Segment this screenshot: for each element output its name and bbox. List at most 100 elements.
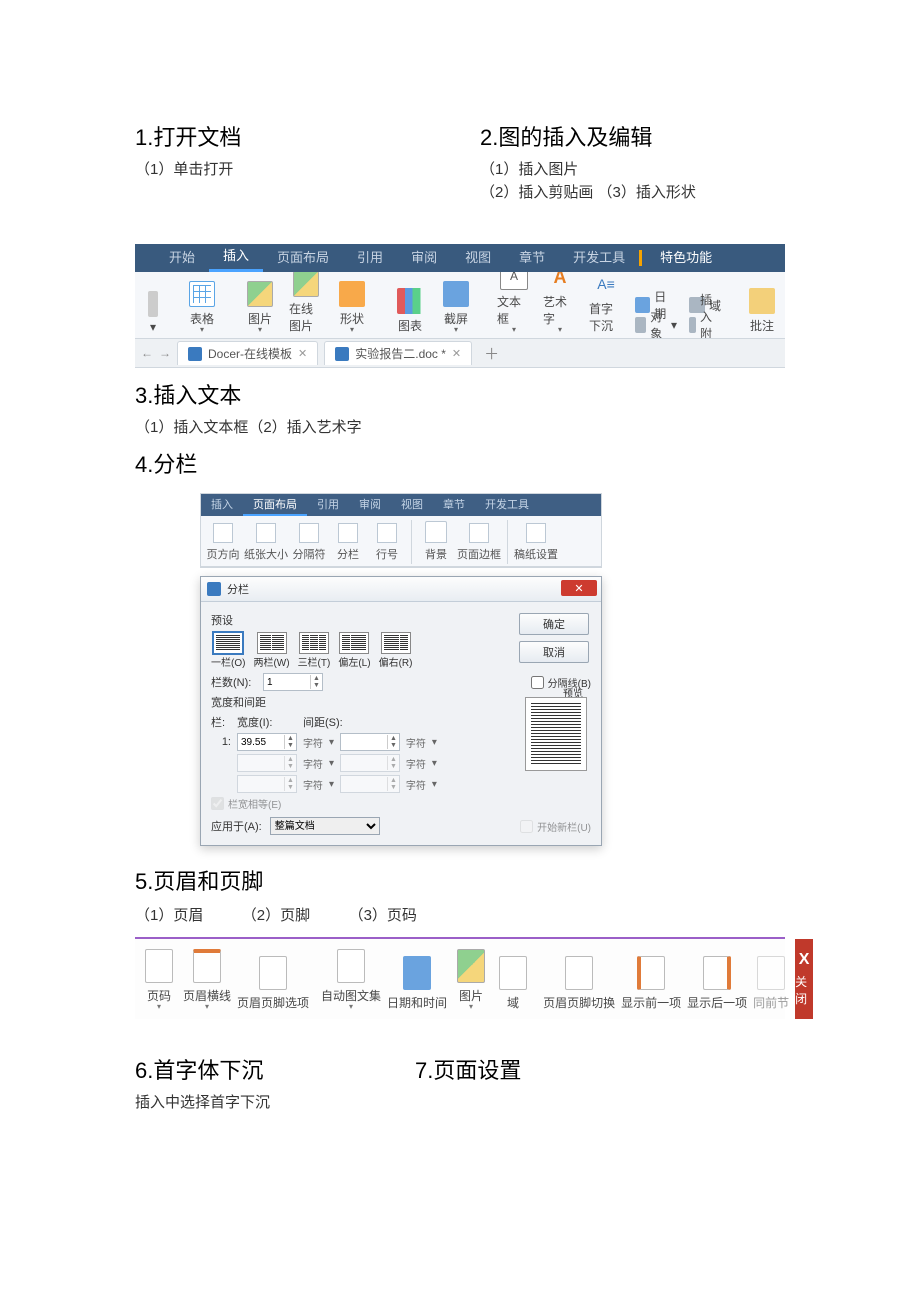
tool-textbox[interactable]: 文本框▾ — [493, 272, 535, 338]
letterset-icon — [526, 523, 546, 543]
tool-wordart[interactable]: A艺术字▾ — [539, 272, 581, 338]
columns-icon — [338, 523, 358, 543]
menu2-review[interactable]: 审阅 — [349, 494, 391, 516]
tab-docer[interactable]: Docer-在线模板 ✕ — [177, 341, 318, 365]
tool-online-picture[interactable]: 在线图片 — [285, 272, 327, 338]
menu-view[interactable]: 视图 — [451, 244, 505, 272]
tab-label: 实验报告二.doc * — [355, 345, 446, 362]
new-column-checkbox: 开始新栏(U) — [520, 819, 591, 834]
lineno-icon — [377, 523, 397, 543]
preset-one[interactable]: 一栏(O) — [211, 632, 245, 669]
object-icon — [635, 317, 646, 333]
menu-pagelayout[interactable]: 页面布局 — [263, 244, 343, 272]
menu2-pagelayout[interactable]: 页面布局 — [243, 494, 307, 516]
prev-icon — [637, 956, 665, 990]
tool-lineno[interactable]: 行号 — [369, 523, 405, 564]
tool-same-as-prev[interactable]: 同前节 — [753, 956, 789, 1013]
ribbon-header-footer: 页码▾ 页眉横线▾ 页眉页脚选项 自动图文集▾ 日期和时间 图片▾ 域 页眉页脚… — [135, 937, 785, 1019]
online-picture-icon — [293, 272, 319, 297]
menu-insert[interactable]: 插入 — [209, 244, 263, 272]
tool-shape[interactable]: 形状▾ — [331, 281, 373, 338]
forward-icon[interactable]: → — [159, 346, 171, 360]
dialog-close-button[interactable]: ✕ — [561, 580, 597, 596]
tool-letterset[interactable]: 稿纸设置 — [514, 523, 558, 564]
tool-papersize[interactable]: 纸张大小 — [244, 523, 288, 564]
preset-three[interactable]: 三栏(T) — [298, 632, 331, 669]
picture-icon — [457, 949, 485, 983]
tool-show-next[interactable]: 显示后一项 — [687, 956, 747, 1013]
menu2-reference[interactable]: 引用 — [307, 494, 349, 516]
section-5-title: 5.页眉和页脚 — [135, 864, 785, 896]
menu-special[interactable]: 特色功能 — [646, 244, 726, 272]
tool-datetime[interactable]: 日期和时间 — [387, 956, 447, 1013]
gap-input-1[interactable] — [341, 735, 387, 749]
tool-background[interactable]: 背景 — [418, 521, 454, 564]
tool-picture-hf[interactable]: 图片▾ — [453, 949, 489, 1013]
tool-hf-switch[interactable]: 页眉页脚切换 — [543, 956, 615, 1013]
preset-left[interactable]: 偏左(L) — [338, 632, 370, 669]
ribbon-menu: 开始 插入 页面布局 引用 审阅 视图 章节 开发工具 特色功能 — [135, 244, 785, 272]
preset-right[interactable]: 偏右(R) — [379, 632, 413, 669]
hf-options-icon — [259, 956, 287, 990]
textbox-icon — [500, 272, 528, 290]
background-icon — [425, 521, 447, 543]
menu2-insert[interactable]: 插入 — [201, 494, 243, 516]
tool-pageborder[interactable]: 页面边框 — [457, 523, 501, 564]
tool-picture[interactable]: 图片▾ — [239, 281, 281, 338]
tool-show-prev[interactable]: 显示前一项 — [621, 956, 681, 1013]
menu2-dev[interactable]: 开发工具 — [475, 494, 539, 516]
tool-dropcap[interactable]: A≡首字下沉 — [585, 272, 627, 338]
tool-table[interactable]: 表格▾ — [181, 281, 223, 338]
gap-spinner-1[interactable]: ▲▼ — [340, 733, 400, 751]
menu2-chapter[interactable]: 章节 — [433, 494, 475, 516]
tool-screenshot[interactable]: 截屏▾ — [435, 281, 477, 338]
equal-width-checkbox: 栏宽相等(E) — [211, 796, 591, 811]
menu-dev[interactable]: 开发工具 — [559, 244, 639, 272]
tool-orientation[interactable]: 页方向 — [205, 523, 241, 564]
tool-columns[interactable]: 分栏 — [330, 523, 366, 564]
tool-comment[interactable]: 批注 — [741, 288, 783, 338]
cancel-button[interactable]: 取消 — [519, 641, 589, 663]
apply-select[interactable]: 整篇文档 — [270, 817, 380, 835]
menu-review[interactable]: 审阅 — [397, 244, 451, 272]
menu2-view[interactable]: 视图 — [391, 494, 433, 516]
tool-header-line[interactable]: 页眉横线▾ — [183, 949, 231, 1013]
section-1-title: 1.打开文档 — [135, 120, 440, 152]
ok-button[interactable]: 确定 — [519, 613, 589, 635]
tool-pagenumber[interactable]: 页码▾ — [141, 949, 177, 1013]
ribbon2-tools: 页方向 纸张大小 分隔符 分栏 行号 背景 页面边框 稿纸设置 — [201, 516, 601, 567]
width-spinner-2: ▲▼ — [237, 754, 297, 772]
cols-input[interactable] — [264, 675, 310, 689]
cols-spinner[interactable]: ▲▼ — [263, 673, 323, 691]
section-4-title: 4.分栏 — [135, 447, 785, 479]
continuation-icon[interactable]: ▾ — [141, 291, 165, 338]
tool-hf-options[interactable]: 页眉页脚选项 — [237, 956, 309, 1013]
break-icon — [299, 523, 319, 543]
back-icon[interactable]: ← — [141, 346, 153, 360]
app-icon — [207, 582, 221, 596]
tool-break[interactable]: 分隔符 — [291, 523, 327, 564]
comment-icon — [749, 288, 775, 314]
close-tab-icon[interactable]: ✕ — [298, 347, 307, 360]
tool-attachment[interactable]: 插入附件 — [689, 316, 721, 334]
datetime-icon — [403, 956, 431, 990]
menu-chapter[interactable]: 章节 — [505, 244, 559, 272]
width-spinner-1[interactable]: ▲▼ — [237, 733, 297, 751]
new-tab-button[interactable]: ＋ — [478, 343, 505, 364]
gap-spinner-2: ▲▼ — [340, 754, 400, 772]
tab-document[interactable]: 实验报告二.doc * ✕ — [324, 341, 472, 365]
width-input-1[interactable] — [238, 735, 284, 749]
section-3-title: 3.插入文本 — [135, 378, 785, 410]
tool-autotext[interactable]: 自动图文集▾ — [321, 949, 381, 1013]
menu-reference[interactable]: 引用 — [343, 244, 397, 272]
preset-two[interactable]: 两栏(W) — [253, 632, 289, 669]
tool-chart[interactable]: 图表 — [389, 288, 431, 338]
close-header-footer-button[interactable]: X 关闭 — [795, 939, 813, 1019]
tool-field-hf[interactable]: 域 — [495, 956, 531, 1013]
date-icon — [635, 297, 650, 313]
section-7-title: 7.页面设置 — [415, 1053, 521, 1085]
section-3-p1: （1）插入文本框（2）插入艺术字 — [135, 416, 785, 437]
tool-object[interactable]: 对象▾ — [635, 316, 677, 334]
close-tab-icon[interactable]: ✕ — [452, 347, 461, 360]
menu-start[interactable]: 开始 — [155, 244, 209, 272]
